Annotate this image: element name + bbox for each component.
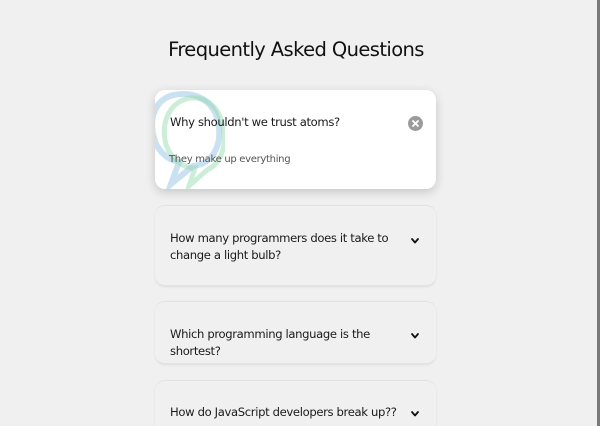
- chevron-down-icon: [411, 333, 419, 339]
- page-title: Frequently Asked Questions: [168, 38, 424, 61]
- faq-page: Frequently Asked Questions Why shouldn't…: [0, 0, 600, 426]
- expand-button[interactable]: [407, 233, 423, 249]
- close-button[interactable]: [408, 116, 423, 131]
- decorative-bubble-icon: [155, 90, 225, 189]
- expand-button[interactable]: [407, 328, 423, 344]
- faq-item-shortest-language[interactable]: Which programming language is the shorte…: [155, 301, 436, 364]
- expand-button[interactable]: [407, 406, 423, 422]
- chevron-down-icon: [411, 411, 419, 417]
- faq-question: How do JavaScript developers break up??: [170, 405, 397, 419]
- faq-question: How many programmers does it take to cha…: [170, 231, 389, 262]
- faq-item-light-bulb[interactable]: How many programmers does it take to cha…: [155, 205, 436, 286]
- chevron-down-icon: [411, 238, 419, 244]
- faq-question: Why shouldn't we trust atoms?: [170, 115, 340, 129]
- close-icon: [412, 120, 419, 127]
- faq-question: Which programming language is the shorte…: [170, 327, 370, 358]
- faq-item-atoms[interactable]: Why shouldn't we trust atoms? They make …: [155, 90, 436, 189]
- faq-answer: They make up everything: [169, 154, 291, 165]
- faq-item-javascript-break-up[interactable]: How do JavaScript developers break up??: [155, 380, 436, 426]
